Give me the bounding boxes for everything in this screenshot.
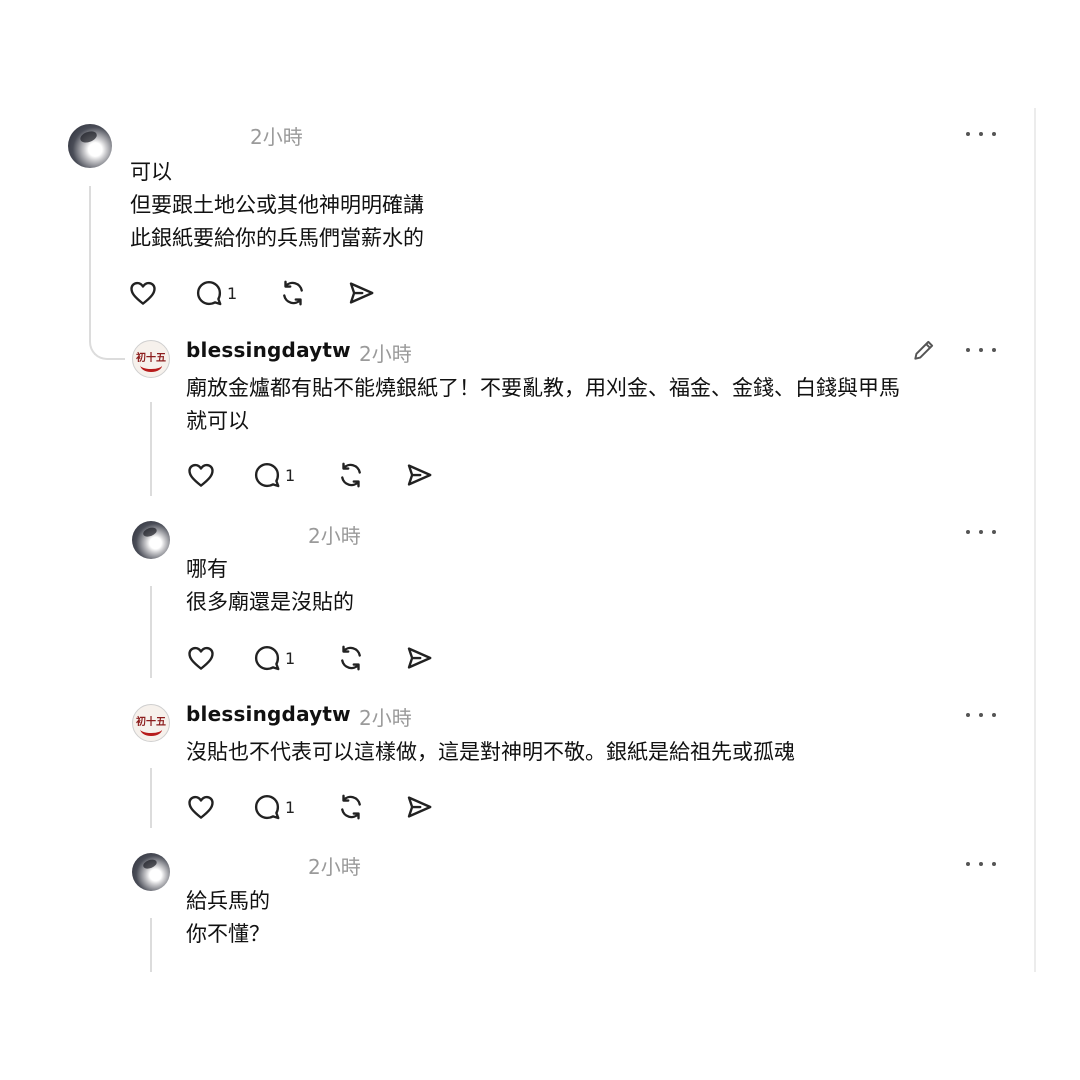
comment-text: 給兵馬的 你不懂？ bbox=[186, 885, 270, 951]
avatar-logo-text: 初十五 bbox=[136, 717, 166, 728]
thread-line bbox=[150, 918, 152, 972]
text-line: 你不懂？ bbox=[186, 922, 270, 946]
more-icon[interactable] bbox=[966, 127, 996, 141]
username[interactable]: blessingdaytw bbox=[186, 338, 351, 362]
comment-text: 哪有 很多廟還是沒貼的 bbox=[186, 553, 354, 619]
text-line: 很多廟還是沒貼的 bbox=[186, 590, 354, 614]
avatar[interactable] bbox=[132, 853, 170, 891]
reply-button[interactable]: 1 bbox=[252, 459, 295, 491]
like-button[interactable] bbox=[186, 642, 216, 674]
repost-icon bbox=[341, 794, 361, 820]
like-button[interactable] bbox=[128, 277, 158, 309]
more-icon[interactable] bbox=[966, 525, 996, 539]
text-line: 就可以 bbox=[186, 409, 249, 433]
timestamp[interactable]: 2小時 bbox=[308, 520, 361, 549]
avatar[interactable]: 初十五 bbox=[132, 340, 170, 378]
share-button[interactable] bbox=[404, 642, 434, 674]
column-divider bbox=[1034, 108, 1036, 972]
share-icon bbox=[407, 796, 432, 818]
heart-icon bbox=[188, 646, 214, 670]
text-line: 但要跟土地公或其他神明明確講 bbox=[130, 193, 424, 217]
more-icon[interactable] bbox=[966, 343, 996, 357]
avatar[interactable] bbox=[132, 521, 170, 559]
reply-count: 1 bbox=[285, 648, 296, 668]
repost-button[interactable] bbox=[336, 459, 366, 491]
text-line: 給兵馬的 bbox=[186, 889, 270, 913]
comment-text: 可以 但要跟土地公或其他神明明確講 此銀紙要給你的兵馬們當薪水的 bbox=[130, 156, 424, 255]
comment-thread: 2小時 可以 但要跟土地公或其他神明明確講 此銀紙要給你的兵馬們當薪水的 1 初… bbox=[0, 0, 1080, 1080]
reply-count: 1 bbox=[285, 465, 296, 485]
like-button[interactable] bbox=[186, 791, 216, 823]
reply-count: 1 bbox=[227, 283, 238, 303]
edit-icon[interactable] bbox=[911, 337, 937, 363]
text-line: 廟放金爐都有貼不能燒銀紙了！不要亂教，用刈金、福金、金錢、白錢與甲馬 bbox=[186, 376, 900, 400]
comment-text: 沒貼也不代表可以這樣做，這是對神明不敬。銀紙是給祖先或孤魂 bbox=[186, 736, 795, 769]
share-icon bbox=[407, 647, 432, 669]
repost-icon bbox=[283, 280, 303, 306]
action-bar: 1 bbox=[186, 642, 446, 674]
avatar-logo-text: 初十五 bbox=[136, 353, 166, 364]
thread-line bbox=[150, 768, 152, 828]
thread-connector-line bbox=[89, 186, 125, 360]
timestamp[interactable]: 2小時 bbox=[250, 121, 303, 150]
share-button[interactable] bbox=[404, 459, 434, 491]
more-icon[interactable] bbox=[966, 857, 996, 871]
username[interactable]: blessingdaytw bbox=[186, 702, 351, 726]
timestamp[interactable]: 2小時 bbox=[308, 851, 361, 880]
share-icon bbox=[407, 464, 432, 486]
thread-line bbox=[150, 402, 152, 496]
like-button[interactable] bbox=[186, 459, 216, 491]
reply-count: 1 bbox=[285, 797, 296, 817]
timestamp[interactable]: 2小時 bbox=[359, 338, 412, 367]
text-line: 哪有 bbox=[186, 557, 228, 581]
repost-button[interactable] bbox=[336, 791, 366, 823]
reply-button[interactable]: 1 bbox=[252, 791, 295, 823]
reply-button[interactable]: 1 bbox=[252, 642, 295, 674]
text-line: 沒貼也不代表可以這樣做，這是對神明不敬。銀紙是給祖先或孤魂 bbox=[186, 740, 795, 764]
reply-button[interactable]: 1 bbox=[194, 277, 237, 309]
reply-icon bbox=[254, 794, 280, 820]
text-line: 此銀紙要給你的兵馬們當薪水的 bbox=[130, 226, 424, 250]
heart-icon bbox=[188, 463, 214, 487]
avatar[interactable]: 初十五 bbox=[132, 704, 170, 742]
heart-icon bbox=[188, 795, 214, 819]
repost-button[interactable] bbox=[336, 642, 366, 674]
share-button[interactable] bbox=[404, 791, 434, 823]
text-line: 可以 bbox=[130, 160, 172, 184]
reply-icon bbox=[254, 462, 280, 488]
share-button[interactable] bbox=[346, 277, 376, 309]
avatar[interactable] bbox=[68, 124, 112, 168]
action-bar: 1 bbox=[128, 277, 388, 309]
reply-icon bbox=[254, 645, 280, 671]
action-bar: 1 bbox=[186, 791, 446, 823]
action-bar: 1 bbox=[186, 459, 446, 491]
more-icon[interactable] bbox=[966, 708, 996, 722]
share-icon bbox=[349, 282, 374, 304]
reply-icon bbox=[196, 280, 222, 306]
repost-icon bbox=[341, 462, 361, 488]
heart-icon bbox=[130, 281, 156, 305]
repost-button[interactable] bbox=[278, 277, 308, 309]
comment-text: 廟放金爐都有貼不能燒銀紙了！不要亂教，用刈金、福金、金錢、白錢與甲馬 就可以 bbox=[186, 372, 900, 438]
repost-icon bbox=[341, 645, 361, 671]
timestamp[interactable]: 2小時 bbox=[359, 702, 412, 731]
thread-line bbox=[150, 586, 152, 678]
